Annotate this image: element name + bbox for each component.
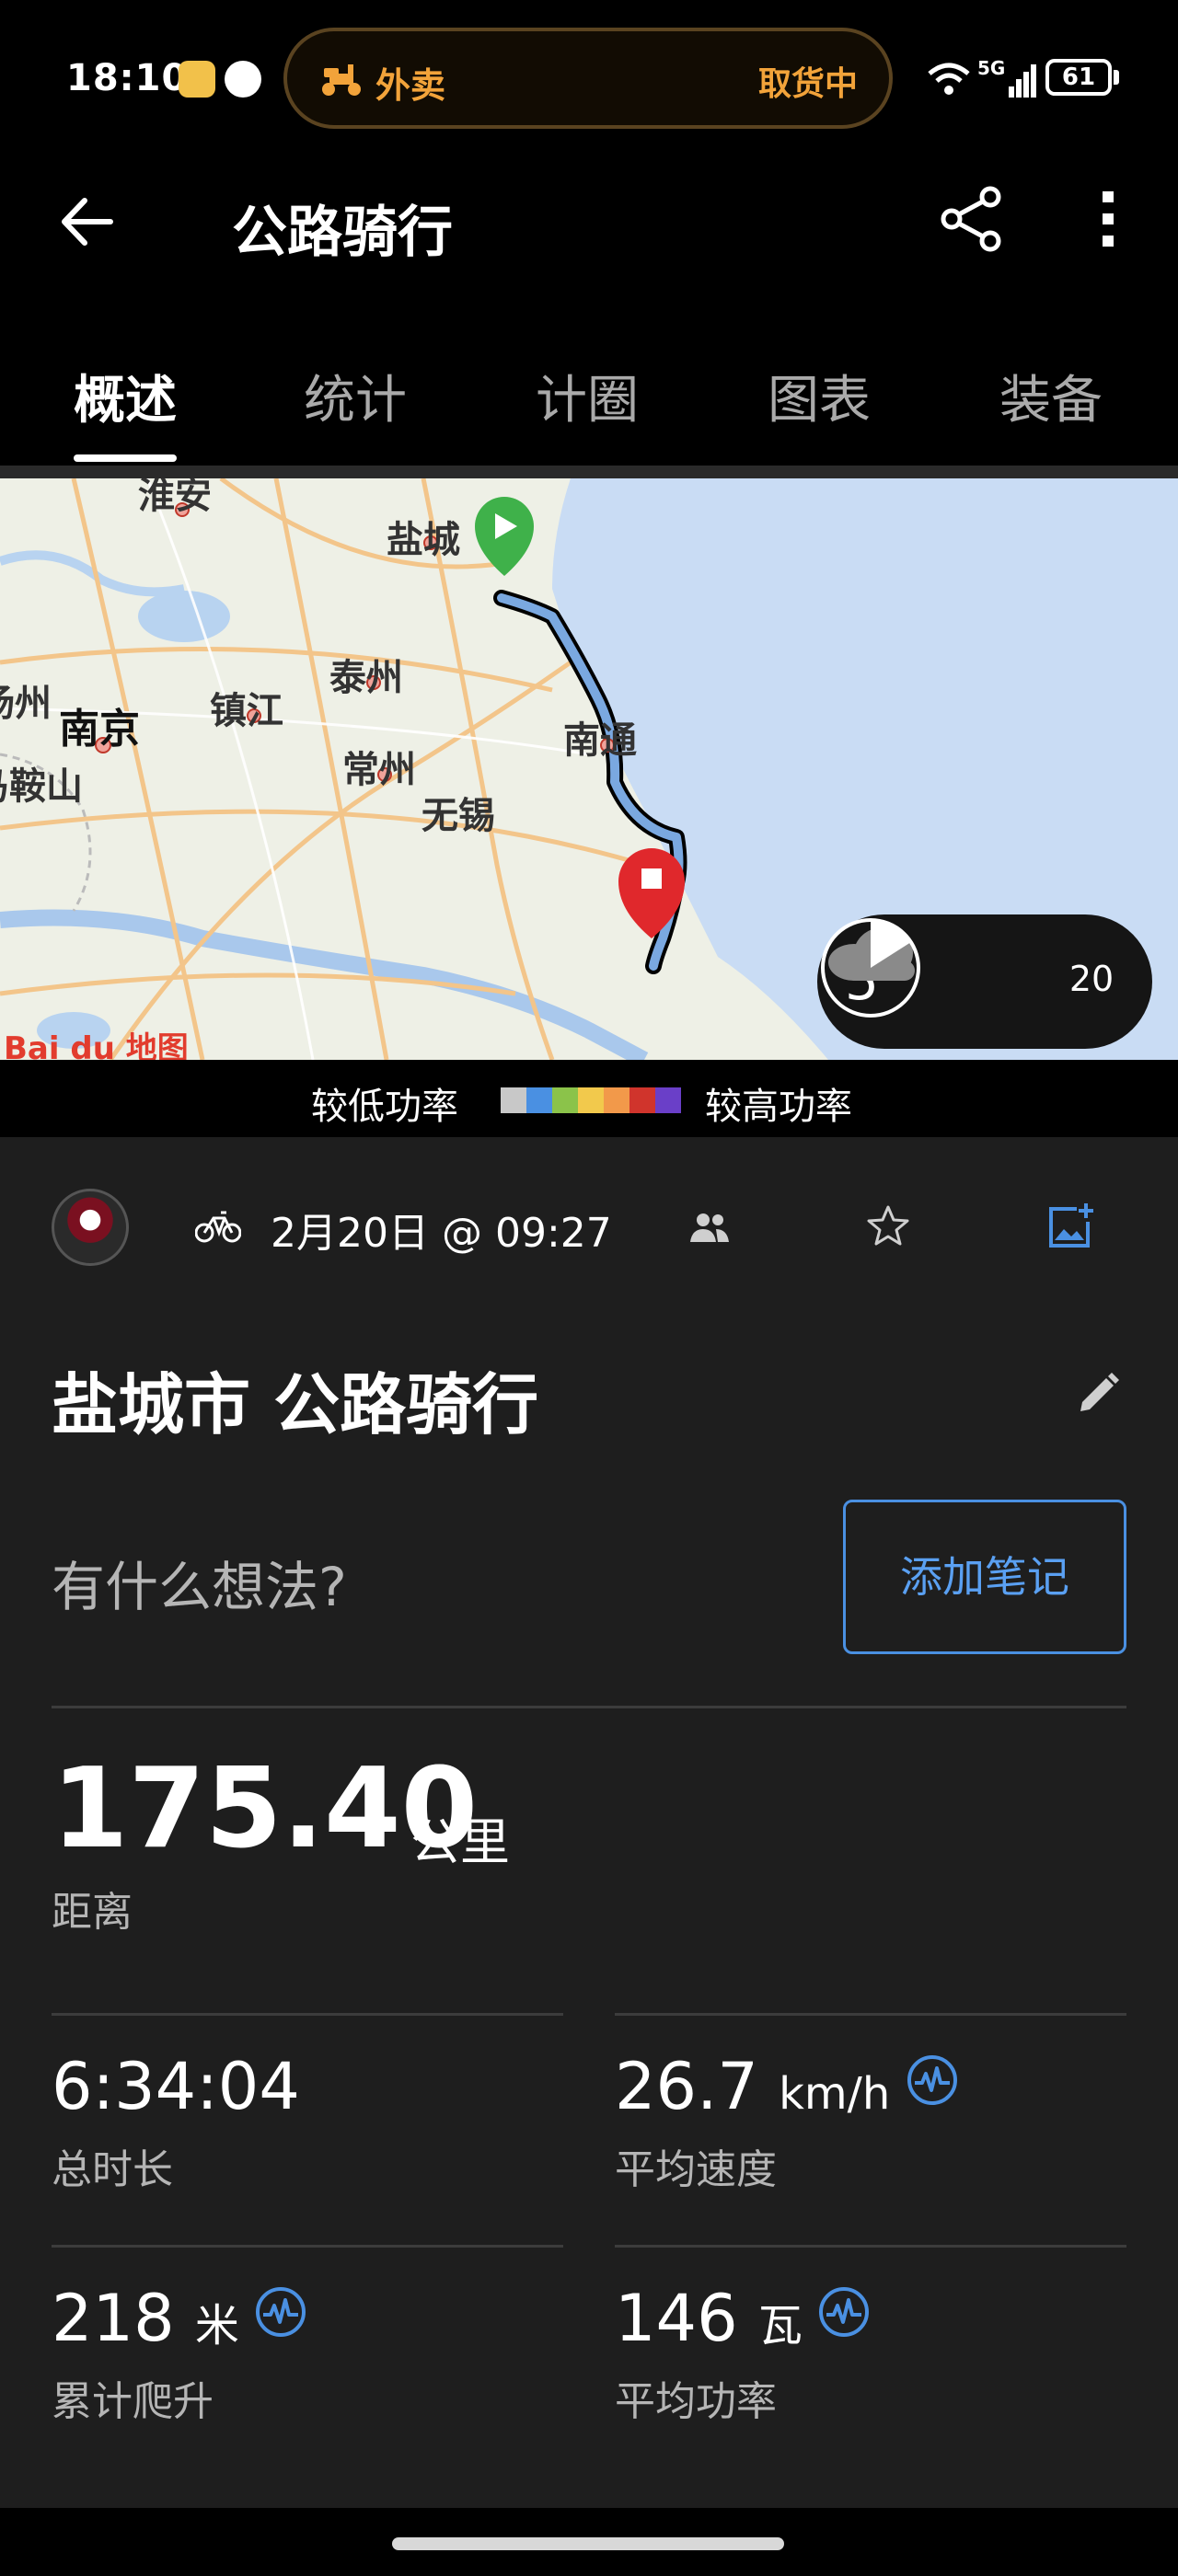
add-photo-icon[interactable]: [1045, 1202, 1095, 1251]
stat-unit: km/h: [779, 2068, 891, 2120]
map-city-label: 常州: [342, 749, 416, 791]
stat-unit: 米: [194, 2300, 239, 2352]
tab-stats[interactable]: 统计: [263, 359, 447, 433]
power-legend: 较低功率 较高功率: [0, 1060, 1178, 1137]
avg-power-value: 146 瓦: [615, 2282, 803, 2363]
tab-bar: 概述 统计 计圈 图表 装备: [0, 331, 1178, 466]
activity-title: 盐城市 公路骑行: [52, 1366, 539, 1443]
map-city-label: 淮安: [138, 475, 212, 517]
map-city-label: 扬州: [0, 683, 52, 725]
battery-tip: [1114, 70, 1119, 85]
avatar[interactable]: [52, 1189, 129, 1266]
signal-icon: [1009, 64, 1036, 98]
map-city-label: 泰州: [329, 657, 403, 699]
distance-unit: 公里: [410, 1813, 510, 1871]
scooter-icon: [322, 64, 361, 96]
total-time-label: 总时长: [52, 2146, 173, 2193]
home-gesture-handle[interactable]: [392, 2537, 784, 2550]
delivery-label: 外卖: [375, 65, 446, 106]
activity-date: 2月20日 @ 09:27: [271, 1210, 612, 1257]
total-time-value: 6:34:04: [52, 2050, 300, 2123]
power-color-scale: [501, 1087, 681, 1113]
map-city-label: 镇江: [210, 690, 283, 732]
distance-label: 距离: [52, 1889, 133, 1936]
system-nav-bar: [0, 2508, 1178, 2576]
avg-speed-label: 平均速度: [615, 2146, 777, 2193]
tab-charts[interactable]: 图表: [727, 359, 911, 433]
stat-unit: 瓦: [757, 2300, 803, 2352]
stat-number: 146: [615, 2281, 738, 2356]
notification-music-icon: [225, 61, 261, 98]
weather-badge[interactable]: 5° 20: [817, 914, 1152, 1049]
map-city-label: 马鞍山: [0, 765, 83, 808]
legend-high-label: 较高功率: [705, 1086, 852, 1128]
map-attribution: Bai du 地图: [4, 1030, 189, 1060]
avg-power-label: 平均功率: [615, 2378, 777, 2425]
divider: [52, 2013, 563, 2016]
stat-number: 26.7: [615, 2049, 758, 2124]
map-city-label: 南通: [563, 719, 637, 762]
wind-compass-icon: [821, 918, 920, 1018]
add-note-button[interactable]: 添加笔记: [843, 1500, 1126, 1654]
battery-icon: 61: [1045, 59, 1112, 96]
thoughts-prompt[interactable]: 有什么想法?: [52, 1544, 347, 1621]
status-time: 18:10: [66, 57, 189, 99]
app-bar: 公路骑行: [0, 156, 1178, 285]
elevation-gain-value: 218 米: [52, 2282, 239, 2363]
tab-gear[interactable]: 装备: [959, 359, 1143, 433]
divider: [615, 2245, 1126, 2248]
sensor-wave-icon[interactable]: [254, 2285, 307, 2339]
divider: [52, 1706, 1126, 1708]
map-city-label: 无锡: [422, 795, 495, 837]
map-city-label: 南京: [59, 706, 140, 753]
sensor-wave-icon[interactable]: [906, 2053, 959, 2107]
stat-number: 218: [52, 2281, 175, 2356]
divider: [52, 2245, 563, 2248]
elevation-gain-label: 累计爬升: [52, 2378, 214, 2425]
wind-speed: 20: [1068, 959, 1114, 999]
activity-details: 2月20日 @ 09:27 盐城市 公路骑行 有什么想法? 添加笔记 175.4…: [0, 1137, 1178, 2508]
edit-pencil-icon[interactable]: [1073, 1369, 1123, 1419]
status-bar: 18:10 外卖 取货中 5G 61: [0, 0, 1178, 156]
star-icon[interactable]: [865, 1203, 911, 1249]
delivery-status: 取货中: [757, 65, 858, 103]
back-arrow-icon[interactable]: [55, 190, 120, 254]
page-title: 公路骑行: [232, 201, 453, 265]
sensor-wave-icon[interactable]: [817, 2285, 871, 2339]
delivery-live-pill[interactable]: 外卖 取货中: [283, 28, 893, 129]
more-options-icon[interactable]: [1077, 182, 1141, 256]
status-icons: 5G 61: [926, 55, 1156, 101]
tab-overview[interactable]: 概述: [33, 359, 217, 433]
map-city-label: 盐城: [387, 519, 460, 561]
bike-icon: [195, 1211, 241, 1243]
avg-speed-value: 26.7 km/h: [615, 2050, 890, 2131]
legend-low-label: 较低功率: [311, 1086, 458, 1128]
route-map[interactable]: 淮安 盐城 泰州 扬州 镇江 南京 常州 南通 无锡 马鞍山 Bai du 地图…: [0, 466, 1178, 1060]
notification-app-icon: [179, 61, 215, 98]
tab-laps[interactable]: 计圈: [495, 359, 679, 433]
share-icon[interactable]: [935, 182, 1009, 256]
tab-active-indicator: [74, 454, 177, 462]
wifi-icon: [928, 63, 970, 95]
stat-number: 6:34:04: [52, 2049, 300, 2124]
people-icon[interactable]: [688, 1211, 731, 1244]
divider: [615, 2013, 1126, 2016]
